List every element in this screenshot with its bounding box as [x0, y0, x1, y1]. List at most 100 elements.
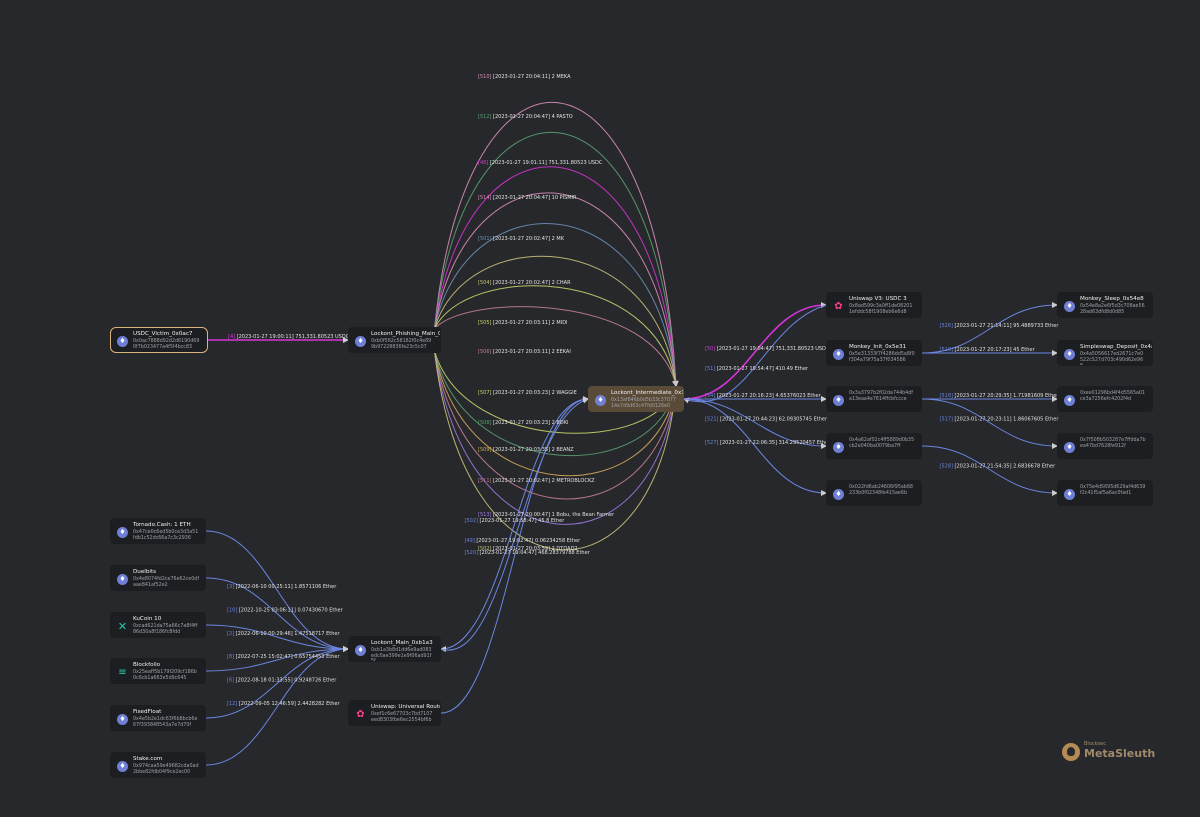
edge-label: [507] [2023-01-27 20:03:23] 2 WAGGIE — [478, 390, 577, 396]
node-title: Lockont_Phishing_Main_0xb0f5 — [371, 331, 440, 337]
edge-index: [504] — [478, 280, 493, 286]
node-title: Uniswap: Universal Router — [371, 704, 441, 710]
node-fixedfloat[interactable]: ♦ FixedFloat 0x4e5b2e1dc63f6b8bcb6e67f39… — [110, 705, 206, 731]
edge-transfer-text: [2023-01-27 19:01:11] 751,331.80523 USDC — [490, 160, 603, 166]
node-address-3a37[interactable]: ♦ 0x3a3797b2f02da744b4dfa13eaa4e7614ffcb… — [826, 386, 922, 412]
node-address-75e4[interactable]: ♦ 0x75e4d5695d629af4d639f2c41f5af5a6ac0f… — [1057, 480, 1153, 506]
edge-line[interactable] — [434, 131, 679, 387]
edge-label: [526] [2023-01-27 21:14:11] 95.4889733 E… — [940, 323, 1060, 329]
ethereum-icon: ♦ — [117, 527, 128, 538]
edge-line[interactable] — [921, 445, 1058, 496]
ethereum-icon: ♦ — [117, 574, 128, 585]
node-simpleswap-deposit[interactable]: ♦ Simpleswap_Deposit_0x4a50 0x4a5056617e… — [1057, 340, 1153, 366]
edge-label: [508] [2023-01-27 20:03:23] 2 BOKI — [478, 420, 568, 426]
edge-line[interactable] — [921, 302, 1058, 354]
edge-index: [48] — [478, 160, 490, 166]
node-blockfolio[interactable]: ≡ Blockfolio 0x25eaff5b179f209cf186b0c6c… — [110, 658, 206, 684]
ethereum-icon: ♦ — [1064, 301, 1075, 312]
ethereum-icon: ♦ — [355, 645, 366, 656]
edge-index: [505] — [478, 320, 493, 326]
node-tornado-cash[interactable]: ♦ Tornado.Cash: 1 ETH 0x47ce0c6ed5b0ce3d… — [110, 518, 206, 544]
node-stake-com[interactable]: ♦ Stake.com 0x974caa59e49682cda0ad2bbe82… — [110, 752, 206, 778]
edge-label: [49] [2023-01-27 19:02:47] 0.06234258 Et… — [465, 538, 582, 544]
edge-label: [514] [2023-01-27 20:04:47] 10 PISMIR — [478, 195, 577, 201]
edge-line[interactable] — [205, 624, 349, 652]
node-address: 0x25eaff5b179f209cf186b0c6cb1a663e5d9c64… — [133, 670, 197, 681]
edge-line[interactable] — [434, 102, 679, 387]
node-uniswap-v3-usdc[interactable]: ✿ Uniswap V3: USDC 3 0x8ad599c3a0ff1de08… — [826, 292, 922, 318]
node-title: Simpleswap_Deposit_0x4a50 — [1080, 344, 1152, 350]
edge-label: [521] [2023-01-27 20:44:23] 62.09305745 … — [705, 417, 828, 423]
edge-line[interactable] — [434, 306, 678, 387]
ethereum-icon: ♦ — [1064, 349, 1075, 360]
edge-line[interactable] — [683, 398, 827, 496]
edge-transfer-text: [2023-01-27 20:17:23] 45 Ether — [955, 347, 1036, 353]
uniswap-icon: ✿ — [356, 708, 365, 720]
node-duelbits[interactable]: ♦ Duelbits 0x4e8074fd2ce76e62ce0dfaae841… — [110, 565, 206, 591]
edge-index: [528] — [940, 464, 955, 470]
edge-transfer-text: [2023-01-27 19:02:47] 0.06234258 Ether — [476, 538, 581, 544]
node-address-0ee0[interactable]: ♦ 0xee01296bd4f4d5565a01ce3a7256efc4202f… — [1057, 386, 1153, 412]
edge-transfer-text: [2023-01-27 20:03:23] 2 WAGGIE — [493, 390, 577, 396]
node-address: 0x8ad599c3a0ff1de082011efddc58f1908eb6e6… — [849, 304, 913, 315]
node-lockont-phishing-main[interactable]: ♦ Lockont_Phishing_Main_0xb0f5 0xb0f562c… — [348, 327, 441, 353]
node-address: 0x4e5b2e1dc63f6b8bcb6e67f393848543a7e7d7… — [133, 717, 198, 728]
edge-line[interactable] — [434, 350, 679, 477]
edge-transfer-text: [2023-01-27 20:04:11] 2 MEKA — [493, 74, 571, 80]
node-address-7f50[interactable]: ♦ 0x7f508b503287e7ffdda7bea47bd7628fe912… — [1057, 433, 1153, 459]
edge-label: [8] [2022-07-25 15:02:47] 0.65754453 Eth… — [227, 654, 340, 660]
ethereum-icon: ♦ — [1064, 442, 1075, 453]
edge-transfer-text: [2023-01-27 20:02:47] 2 MK — [493, 236, 565, 242]
edge-index: [12] — [227, 701, 239, 707]
ethereum-icon: ♦ — [833, 349, 844, 360]
node-monkey-sleep[interactable]: ♦ Monkey_Sleep_0x54e8 0x54e8a2e6f5d3c708… — [1057, 292, 1153, 318]
edge-transfer-text: [2022-09-05 12:46:59] 2.4428282 Ether — [239, 701, 341, 707]
edge-label: [2] [2022-06-10 00:29:46] 1.47518717 Eth… — [227, 631, 340, 637]
edge-label: [517] [2023-01-27 20:23:11] 1.86067605 E… — [940, 417, 1060, 423]
node-title: Duelbits — [133, 569, 157, 575]
edge-index: [526] — [940, 323, 955, 329]
edge-transfer-text: [2023-01-27 19:00:11] 751,331.80523 USDC — [237, 334, 350, 340]
node-address: 0x54e8a2e6f5d3c708ae5628ad63dfd8d0d85 — [1080, 304, 1145, 315]
node-title: Monkey_Sleep_0x54e8 — [1080, 296, 1144, 302]
node-uniswap-universal-router[interactable]: ✿ Uniswap: Universal Router 0xef1c6e6770… — [348, 700, 441, 726]
node-lockont-intermediate[interactable]: ♦ Lockont_Intermediate_0x13af 0x13af846b… — [588, 386, 684, 412]
edge-label: [518] [2023-01-27 20:29:35] 1.71981609 E… — [940, 393, 1060, 399]
edge-index: [506] — [478, 349, 493, 355]
edge-transfer-text: [2022-07-25 15:02:47] 0.65754453 Ether — [236, 654, 341, 660]
node-address: 0xee01296bd4f4d5565a01ce3a7256efc4202f4d — [1080, 391, 1146, 402]
node-address: 0x7f508b503287e7ffdda7bea47bd7628fe912f — [1080, 438, 1146, 449]
edge-line[interactable] — [434, 192, 679, 387]
node-address-022f[interactable]: ♦ 0x022fd6ab24606f95ab68233b0f02348fe415… — [826, 480, 922, 506]
ethereum-icon: ♦ — [595, 395, 606, 406]
edge-index: [508] — [478, 420, 493, 426]
node-address: 0x3a3797b2f02da744b4dfa13eaa4e7614ffcbfc… — [849, 391, 913, 402]
node-address: 0x4a5056617ed2671c7e0522c527d703c490d62e… — [1080, 352, 1144, 366]
node-title: Tornado.Cash: 1 ETH — [133, 522, 191, 528]
node-usdc-victim[interactable]: ♦ USDC_Victim_0x0ac7 0x0ac7888d92d2d6190… — [110, 327, 208, 353]
edge-transfer-text: [2022-10-25 03:06:11] 0.07430670 Ether — [239, 608, 344, 614]
node-kucoin[interactable]: ✕ KuCoin 10 0xcad621da75a66c7a8f4ff86d30… — [110, 612, 206, 638]
node-monkey-init[interactable]: ♦ Monkey_Init_0x5e31 0x5e31333f7f4286dd5… — [826, 340, 922, 366]
edge-line[interactable] — [683, 304, 827, 404]
edge-label: [12] [2022-09-05 12:46:59] 2.4428282 Eth… — [227, 701, 340, 707]
node-address: 0x5e31333f7f4286dd5a8f0f304a79f75a37f034… — [849, 352, 915, 363]
node-title: Lockont_Intermediate_0x13af — [611, 390, 683, 396]
edge-transfer-text: [2023-01-27 20:03:35] 2 BEANZ — [493, 447, 574, 453]
edge-label: [4] [2023-01-27 19:00:11] 751,331.80523 … — [228, 334, 350, 340]
node-address-4a62[interactable]: ♦ 0x4a62af02c4ff5889d0b35cb2e040ba0079ba… — [826, 433, 922, 459]
edge-label: [527] [2023-01-27 22:06:35] 314.29520457… — [705, 440, 831, 446]
edge-line[interactable] — [921, 398, 1058, 449]
edge-line[interactable] — [205, 646, 349, 766]
edge-line[interactable] — [683, 302, 827, 400]
edge-label: [506] [2023-01-27 20:03:11] 2 EEKAI — [478, 349, 571, 355]
node-lockont-main[interactable]: ♦ Lockont_Main_0xb1a3 0xb1a3b8d1dd6e9ad0… — [348, 636, 441, 662]
edge-label: [512] [2023-01-27 20:04:47] 4 PASTO — [478, 114, 573, 120]
edge-index: [514] — [478, 195, 493, 201]
edge-line[interactable] — [434, 223, 679, 387]
edge-label: [528] [2023-01-27 21:54:35] 2.6836678 Et… — [940, 464, 1057, 470]
node-title: KuCoin 10 — [133, 616, 162, 622]
edge-line[interactable] — [683, 398, 827, 449]
brand-name: MetaSleuth — [1084, 747, 1156, 760]
edge-index: [527] — [705, 440, 720, 446]
